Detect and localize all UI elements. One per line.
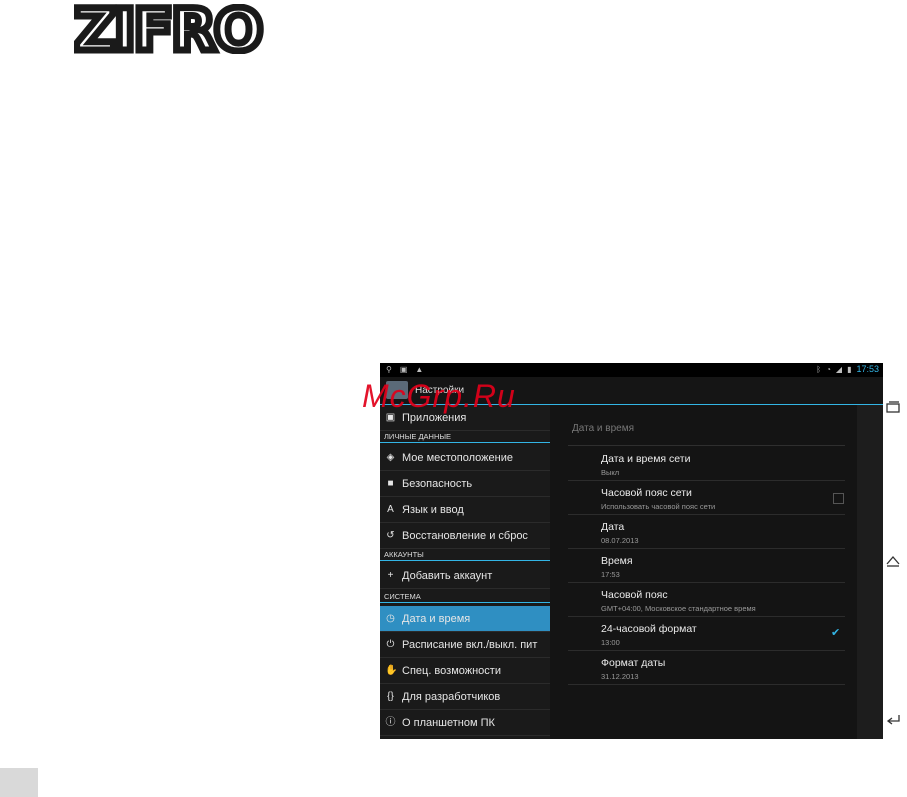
sidebar-item-label: Восстановление и сброс	[402, 530, 528, 542]
sidebar-item-label: О планшетном ПК	[402, 717, 495, 729]
setting-date-format[interactable]: Формат даты 31.12.2013	[568, 651, 845, 685]
sidebar-item-label: Спец. возможности	[402, 665, 501, 677]
settings-sidebar: ▣ Приложения ЛИЧНЫЕ ДАННЫЕ ◈ Мое местопо…	[380, 405, 550, 739]
setting-network-time[interactable]: Дата и время сети Выкл	[568, 447, 845, 481]
status-time: 17:53	[856, 364, 879, 374]
sidebar-item-add-account[interactable]: + Добавить аккаунт	[380, 563, 550, 589]
sidebar-item-language[interactable]: A Язык и ввод	[380, 497, 550, 523]
home-icon[interactable]	[886, 555, 900, 569]
logo-text: ZIFRO	[74, 4, 261, 54]
date-time-panel: Дата и время Дата и время сети Выкл Часо…	[550, 405, 883, 739]
location-icon: ◈	[386, 452, 395, 463]
setting-network-timezone[interactable]: Часовой пояс сети Использовать часовой п…	[568, 481, 845, 515]
power-icon: ⏻	[386, 639, 395, 650]
network-timezone-checkbox[interactable]	[833, 493, 844, 504]
setting-date[interactable]: Дата 08.07.2013	[568, 515, 845, 549]
sidebar-item-label: Мое местоположение	[402, 452, 513, 464]
tablet-screen: ⚲ ▣ ▲ ᛒ ◔ ◢ ▮ 17:53 Настройки ▣ Приложен…	[380, 363, 883, 739]
back-icon[interactable]	[886, 712, 900, 726]
setting-title: Часовой пояс	[601, 589, 668, 601]
sidebar-item-date-time[interactable]: ◷ Дата и время	[380, 606, 550, 632]
setting-title: Дата и время сети	[601, 453, 691, 465]
section-accounts: АККАУНТЫ	[380, 550, 550, 561]
braces-icon: {}	[387, 691, 394, 702]
sidebar-item-accessibility[interactable]: ✋ Спец. возможности	[380, 658, 550, 684]
setting-summary: 31.12.2013	[601, 672, 639, 681]
panel-edge	[857, 405, 883, 739]
setting-title: 24-часовой формат	[601, 623, 697, 635]
hand-icon: ✋	[385, 665, 398, 676]
setting-summary: 08.07.2013	[601, 536, 639, 545]
sidebar-item-restore[interactable]: ↺ Восстановление и сброс	[380, 523, 550, 549]
usb-icon: ⚲	[386, 365, 392, 374]
setting-title: Время	[601, 555, 633, 567]
image-icon: ▣	[399, 365, 408, 374]
sidebar-item-label: Дата и время	[402, 613, 471, 625]
setting-title: Дата	[601, 521, 625, 533]
page-corner-marker	[0, 768, 38, 797]
info-icon: ⓘ	[385, 717, 396, 728]
recent-apps-icon[interactable]	[886, 400, 900, 414]
panel-heading: Дата и время	[572, 423, 635, 434]
sidebar-item-label: Расписание вкл./выкл. пит	[402, 639, 538, 651]
heading-divider	[568, 445, 845, 446]
sidebar-item-label: Язык и ввод	[402, 504, 464, 516]
sidebar-item-security[interactable]: ■ Безопасность	[380, 471, 550, 497]
sidebar-item-power-schedule[interactable]: ⏻ Расписание вкл./выкл. пит	[380, 632, 550, 658]
setting-24-hour[interactable]: 24-часовой формат 13:00 ✔	[568, 617, 845, 651]
setting-time[interactable]: Время 17:53	[568, 549, 845, 583]
setting-summary: 13:00	[601, 638, 620, 647]
setting-summary: GMT+04:00, Московское стандартное время	[601, 604, 756, 613]
setting-title: Часовой пояс сети	[601, 487, 692, 499]
warning-icon: ▲	[415, 365, 424, 374]
sidebar-item-location[interactable]: ◈ Мое местоположение	[380, 445, 550, 471]
setting-title: Формат даты	[601, 657, 666, 669]
wifi-icon: ◔	[826, 364, 831, 374]
language-icon: A	[387, 504, 394, 515]
battery-icon: ▮	[847, 364, 852, 374]
lock-icon: ■	[387, 478, 394, 489]
sidebar-item-label: Для разработчиков	[402, 691, 501, 703]
setting-timezone[interactable]: Часовой пояс GMT+04:00, Московское станд…	[568, 583, 845, 617]
zifro-logo: ZIFRO	[74, 4, 267, 54]
sidebar-item-label: Безопасность	[402, 478, 473, 490]
24-hour-checkbox-checked-icon[interactable]: ✔	[831, 626, 840, 639]
status-bar: ⚲ ▣ ▲ ᛒ ◔ ◢ ▮ 17:53	[380, 363, 883, 377]
clock-icon: ◷	[386, 613, 395, 624]
sidebar-item-about[interactable]: ⓘ О планшетном ПК	[380, 710, 550, 736]
setting-summary: 17:53	[601, 570, 620, 579]
sidebar-item-label: Добавить аккаунт	[402, 570, 493, 582]
watermark: McGrp.Ru	[362, 378, 516, 414]
plus-icon: +	[387, 570, 394, 581]
section-system: СИСТЕМА	[380, 592, 550, 603]
signal-icon: ◢	[835, 364, 843, 374]
restore-icon: ↺	[386, 530, 395, 541]
bluetooth-icon: ᛒ	[816, 364, 822, 374]
setting-summary: Выкл	[601, 468, 620, 477]
setting-summary: Использовать часовой пояс сети	[601, 502, 716, 511]
section-personal: ЛИЧНЫЕ ДАННЫЕ	[380, 432, 550, 443]
sidebar-item-developer[interactable]: {} Для разработчиков	[380, 684, 550, 710]
